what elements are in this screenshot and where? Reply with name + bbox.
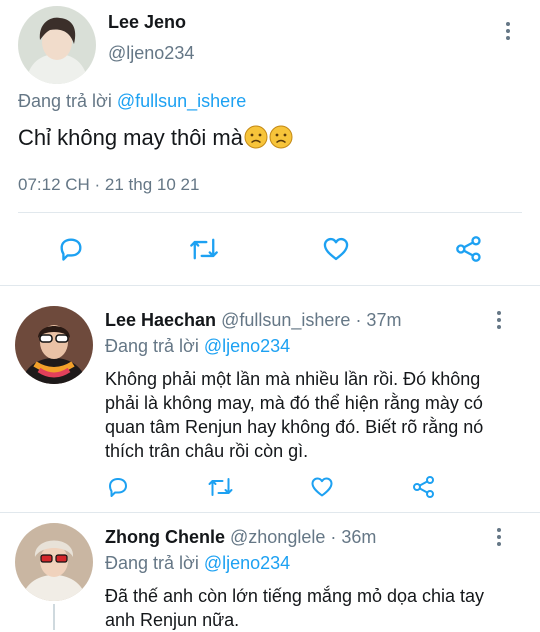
- retweet-icon[interactable]: [189, 235, 219, 268]
- replying-to-label: Đang trả lời: [18, 91, 112, 111]
- replying-to: Đang trả lời @fullsun_ishere: [18, 91, 246, 112]
- section-divider: [0, 512, 540, 513]
- more-vertical-icon[interactable]: [505, 22, 511, 40]
- replying-to-handle[interactable]: @fullsun_ishere: [117, 91, 246, 111]
- reply-icon[interactable]: [106, 475, 130, 504]
- replying-to: Đang trả lời @ljeno234: [105, 553, 290, 574]
- tweet-timestamp[interactable]: 07:12 CH · 21 thg 10 21: [18, 175, 199, 195]
- heart-icon[interactable]: [322, 235, 350, 268]
- share-icon[interactable]: [412, 475, 436, 504]
- reply-time[interactable]: · 36m: [330, 527, 376, 547]
- frowning-face-emoji: [269, 125, 293, 149]
- section-divider: [0, 285, 540, 286]
- divider: [18, 212, 522, 213]
- reply-author-handle[interactable]: @zhonglele: [230, 527, 325, 547]
- frowning-face-emoji: [244, 125, 268, 149]
- replying-to-handle[interactable]: @ljeno234: [204, 553, 290, 573]
- reply-header: Zhong Chenle @zhonglele · 36m: [105, 527, 376, 548]
- tweet-text-body: Chỉ không may thôi mà: [18, 125, 243, 150]
- tweet-text: Chỉ không may thôi mà: [18, 125, 293, 151]
- avatar[interactable]: [15, 523, 93, 601]
- reply-author-name[interactable]: Zhong Chenle: [105, 527, 225, 547]
- heart-icon[interactable]: [310, 475, 334, 504]
- retweet-icon[interactable]: [207, 475, 234, 504]
- replying-to-handle[interactable]: @ljeno234: [204, 336, 290, 356]
- avatar[interactable]: [18, 6, 96, 84]
- avatar[interactable]: [15, 306, 93, 384]
- reply-text: Không phải một lần mà nhiều lần rồi. Đó …: [105, 369, 484, 461]
- reply-time[interactable]: · 37m: [355, 310, 401, 330]
- replying-to-label: Đang trả lời: [105, 553, 199, 573]
- replying-to: Đang trả lời @ljeno234: [105, 336, 290, 357]
- thread-line: [53, 604, 55, 630]
- author-name[interactable]: Lee Jeno: [108, 12, 186, 33]
- reply-header: Lee Haechan @fullsun_ishere · 37m: [105, 310, 401, 331]
- author-handle[interactable]: @ljeno234: [108, 43, 194, 64]
- reply-text: Đã thế anh còn lớn tiếng mắng mỏ dọa chi…: [105, 586, 485, 630]
- reply-author-handle[interactable]: @fullsun_ishere: [221, 310, 350, 330]
- more-vertical-icon[interactable]: [496, 311, 502, 329]
- share-icon[interactable]: [455, 235, 483, 268]
- reply-icon[interactable]: [57, 235, 85, 268]
- more-vertical-icon[interactable]: [496, 528, 502, 546]
- reply-author-name[interactable]: Lee Haechan: [105, 310, 216, 330]
- replying-to-label: Đang trả lời: [105, 336, 199, 356]
